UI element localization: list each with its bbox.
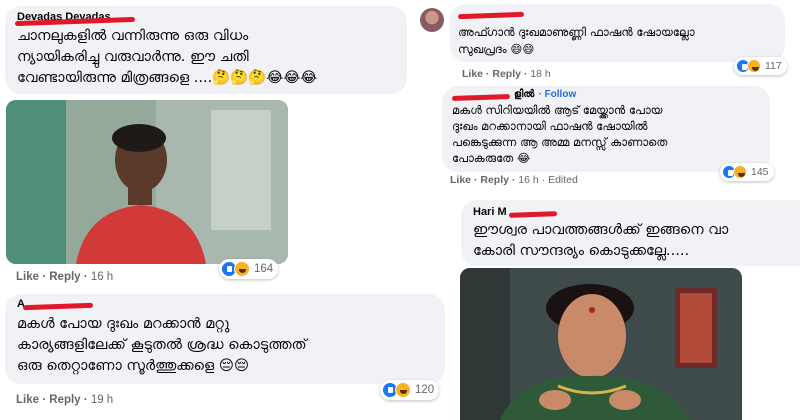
name-redaction [508,211,558,218]
comment-panel-6: Hari M ഈശ്വര പാവത്തങ്ങൾക്ക് ഇങ്ങനെ വാ കോ… [455,198,800,420]
reaction-summary[interactable]: 117 [734,57,787,75]
comment-bubble: Hari M ഈശ്വര പാവത്തങ്ങൾക്ക് ഇങ്ങനെ വാ കോ… [461,200,800,266]
comment-actions: Like · Reply · 18 h [462,68,551,80]
like-link[interactable]: Like [16,271,39,283]
comment-bubble: ളിൽ · Follow മകൾ സിറിയയിൽ ആട് മേയ്ക്കാൻ പ… [442,86,770,172]
edited-label: · Edited [541,174,578,186]
comment-actions: Like · Reply · 19 h [16,394,114,406]
comment-panel-4: അഫ്ഗാൻ ദുഃഖമാണുണ്ണി ഫാഷൻ ഷോയല്ലോ സുഖപ്രദ… [412,0,800,82]
name-redaction [451,93,511,102]
comment-time[interactable]: 16 h [518,174,538,186]
follow-link[interactable]: · Follow [538,89,576,100]
comment-actions: Like · Reply · 16 h · Edited [450,174,578,186]
comment-line-2: ദുഃഖം മറക്കാനായി ഫാഷൻ ഷോയിൽ [452,119,648,133]
comment-bubble: A മകൾ പോയ ദുഃഖം മറക്കാൻ മറ്റു കാര്യങ്ങളി… [5,294,445,384]
comment-actions: Like · Reply · 16 h [16,271,114,283]
like-link[interactable]: Like [462,68,483,80]
comment-line-3: പങ്കെടുക്കുന്ന ആ അമ്മ മനസ്സ് കാണാതെ [452,135,668,149]
comment-time[interactable]: 16 h [91,271,113,283]
comment-panel-1: Devadas Devadas ചാനലുകളിൽ വന്നിരുന്നു ഒര… [0,0,412,98]
comment-line-3: വേണ്ടായിരുന്നു മിത്രങ്ങളെ ....🤔🤔🤔😂😂😂 [17,70,318,86]
comment-line-1: മകൾ സിറിയയിൽ ആട് മേയ്ക്കാൻ പോയ [452,103,663,117]
reply-link[interactable]: Reply [49,394,80,406]
comment-panel-5: ളിൽ · Follow മകൾ സിറിയയിൽ ആട് മേയ്ക്കാൻ പ… [440,84,800,196]
woman-photo-illustration [460,268,742,420]
like-link[interactable]: Like [450,174,471,186]
reaction-summary[interactable]: 164 [219,259,279,279]
comment-panel-2: Like · Reply · 16 h 164 [0,98,300,288]
comment-time[interactable]: 19 h [91,394,113,406]
reply-link[interactable]: Reply [49,271,80,283]
like-link[interactable]: Like [16,394,39,406]
comment-line-1: ഈശ്വര പാവത്തങ്ങൾക്ക് ഇങ്ങനെ വാ [473,222,729,238]
reply-link[interactable]: Reply [480,174,509,186]
comment-photo-woman[interactable] [460,268,742,420]
comment-photo-man[interactable] [6,100,288,264]
reaction-count: 164 [254,263,274,275]
reaction-summary[interactable]: 120 [380,380,440,400]
reaction-count: 120 [415,384,435,396]
reaction-summary[interactable]: 145 [720,163,774,181]
comment-bubble: അഫ്ഗാൻ ദുഃഖമാണുണ്ണി ഫാഷൻ ഷോയല്ലോ സുഖപ്രദ… [450,4,785,62]
comment-line-2: കോരി സൗന്ദര്യം കൊടുക്കല്ലേ..... [473,243,690,259]
comment-line-1: ചാനലുകളിൽ വന്നിരുന്നു ഒരു വിധം [17,28,249,44]
comment-line-2: ന്യായികരിച്ചു വരുവാർന്നു. ഈ ചതി [17,49,249,65]
haha-icon [395,382,411,398]
man-photo-illustration [6,100,288,264]
comment-panel-3: A മകൾ പോയ ദുഃഖം മറക്കാൻ മറ്റു കാര്യങ്ങളി… [0,290,450,420]
avatar[interactable] [420,8,444,32]
comment-line-2: കാര്യങ്ങളിലേക്ക് കൂടുതൽ ശ്രദ്ധ കൊടുത്തത് [17,337,307,353]
comment-line-2: സുഖപ്രദം 😄😄 [458,42,535,56]
comment-author: ളിൽ · Follow [514,89,576,100]
name-redaction [22,302,94,311]
author-name-suffix[interactable]: ളിൽ [514,89,534,100]
comment-line-1: മകൾ പോയ ദുഃഖം മറക്കാൻ മറ്റു [17,316,230,332]
reaction-count: 117 [765,60,782,72]
comment-line-3: ഒരു തെറ്റാണോ സൂർത്തുക്കളെ 😔😔 [17,358,250,374]
haha-icon [234,261,250,277]
haha-icon [747,59,761,73]
name-redaction [457,11,525,20]
comment-line-1: അഫ്ഗാൻ ദുഃഖമാണുണ്ണി ഫാഷൻ ഷോയല്ലോ [458,25,695,39]
comment-bubble: Devadas Devadas ചാനലുകളിൽ വന്നിരുന്നു ഒര… [5,6,407,94]
haha-icon [733,165,747,179]
reply-link[interactable]: Reply [492,68,521,80]
comment-line-4: പോകരുതേ 😂 [452,151,531,165]
reaction-count: 145 [751,166,769,178]
comment-author[interactable]: Hari M [473,206,507,218]
comment-time[interactable]: 18 h [530,68,550,80]
